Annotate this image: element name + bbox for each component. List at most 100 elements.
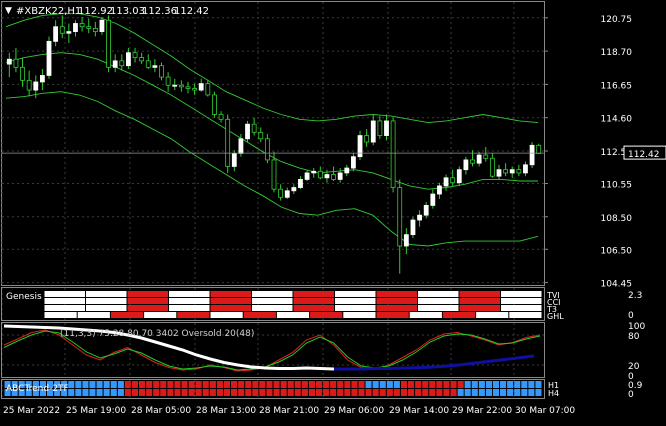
candle-body: [218, 114, 224, 120]
candle: [390, 117, 396, 193]
candle-body: [132, 52, 138, 59]
candle: [298, 176, 303, 190]
candle: [278, 184, 284, 201]
genesis-cell: [252, 305, 293, 311]
abctrend-cell: [443, 381, 450, 388]
abctrend-cell: [429, 389, 436, 396]
candle: [291, 184, 297, 195]
abctrend-cell: [528, 389, 535, 396]
candle: [165, 72, 171, 92]
abctrend-cell: [478, 389, 485, 396]
candle-body: [165, 76, 171, 86]
high-value: 113.03: [110, 6, 145, 17]
abctrend-cell: [386, 389, 393, 396]
candle-body: [205, 83, 211, 96]
candle-body: [198, 83, 204, 91]
abctrend-cell: [68, 381, 75, 388]
candle: [311, 168, 317, 178]
abctrend-cell: [89, 389, 96, 396]
genesis-cell: [459, 291, 500, 297]
genesis-cell: [144, 312, 177, 318]
genesis-cell: [169, 291, 210, 297]
abctrend-cell: [514, 381, 521, 388]
genesis-row-label: GHL: [547, 312, 564, 321]
abctrend-cell: [146, 381, 153, 388]
genesis-cell: [127, 305, 168, 311]
genesis-cell: [44, 298, 85, 304]
abctrend-cell: [110, 381, 117, 388]
abctrend-cell: [337, 389, 344, 396]
candle-body: [470, 159, 475, 164]
abctrend-cell: [308, 389, 315, 396]
abctrend-cell: [188, 381, 195, 388]
candle-body: [317, 170, 323, 179]
abctrend-cell: [294, 381, 301, 388]
chart-canvas[interactable]: TVICCIT3GHL2.3010080200H1H40.90 120.7511…: [0, 0, 666, 422]
abctrend-cell: [188, 389, 195, 396]
candles[interactable]: [6, 15, 542, 274]
candle-body: [430, 193, 436, 206]
genesis-cell: [476, 312, 509, 318]
candle-body: [403, 234, 409, 247]
abctrend-cell: [514, 389, 521, 396]
candle-body: [185, 86, 191, 89]
candle-body: [489, 157, 495, 177]
current-price-label: 112.42: [628, 150, 660, 160]
price-label: 118.70: [601, 48, 633, 58]
abctrend-cell: [245, 389, 252, 396]
abctrend-title: ABCTrend-2TF: [6, 384, 69, 394]
abctrend-cell: [131, 381, 138, 388]
abctrend-cell: [358, 381, 365, 388]
abctrend-cell: [507, 389, 514, 396]
candle: [192, 83, 197, 95]
candle: [503, 163, 509, 177]
candle: [284, 187, 290, 199]
candle-body: [258, 131, 264, 140]
candle-body: [503, 169, 509, 174]
abctrend-cell: [443, 389, 450, 396]
trading-chart[interactable]: TVI CCI T3 GHL 2.3 0 100 80 20 0 H1 H4 0.9 0 120.75 11…: [0, 0, 666, 422]
abctrend-cell: [316, 389, 323, 396]
candle-body: [357, 135, 363, 158]
genesis-cell: [376, 291, 417, 297]
abctrend-cell: [492, 381, 499, 388]
abctrend-cell: [231, 381, 238, 388]
candle-body: [172, 84, 178, 87]
price-label: 110.55: [601, 180, 633, 190]
candle-body: [159, 65, 164, 78]
genesis-cell: [509, 312, 542, 318]
candle: [73, 20, 78, 37]
genesis-tick: 0: [628, 311, 634, 321]
abctrend-cell: [471, 389, 478, 396]
genesis-cell: [210, 298, 251, 304]
candle-body: [245, 123, 250, 140]
time-label: 25 Mar 2022: [3, 406, 60, 416]
candle: [106, 15, 111, 73]
candle-body: [390, 120, 396, 188]
candle-body: [13, 58, 19, 68]
abctrend-cell: [393, 381, 400, 388]
abctrend-cell: [117, 381, 124, 388]
abctrend-cell: [75, 381, 82, 388]
genesis-cell: [501, 305, 542, 311]
abctrend-cell: [500, 381, 507, 388]
candle: [470, 150, 475, 167]
candle-body: [331, 174, 336, 180]
abctrend-cell: [287, 389, 294, 396]
candle-body: [79, 23, 85, 28]
menu-arrow-icon[interactable]: ▼: [5, 6, 12, 16]
candle: [410, 216, 416, 238]
genesis-cell: [418, 291, 459, 297]
candle: [53, 20, 59, 47]
abctrend-cell: [82, 381, 89, 388]
candle: [212, 91, 217, 118]
candle: [423, 202, 429, 219]
abctrend-cell: [174, 389, 181, 396]
genesis-cell: [418, 298, 459, 304]
candle: [39, 68, 45, 91]
abctrend-cell: [202, 381, 209, 388]
candle-body: [271, 159, 277, 190]
abctrend-cell: [308, 381, 315, 388]
genesis-cell: [252, 291, 293, 297]
genesis-cell: [376, 298, 417, 304]
